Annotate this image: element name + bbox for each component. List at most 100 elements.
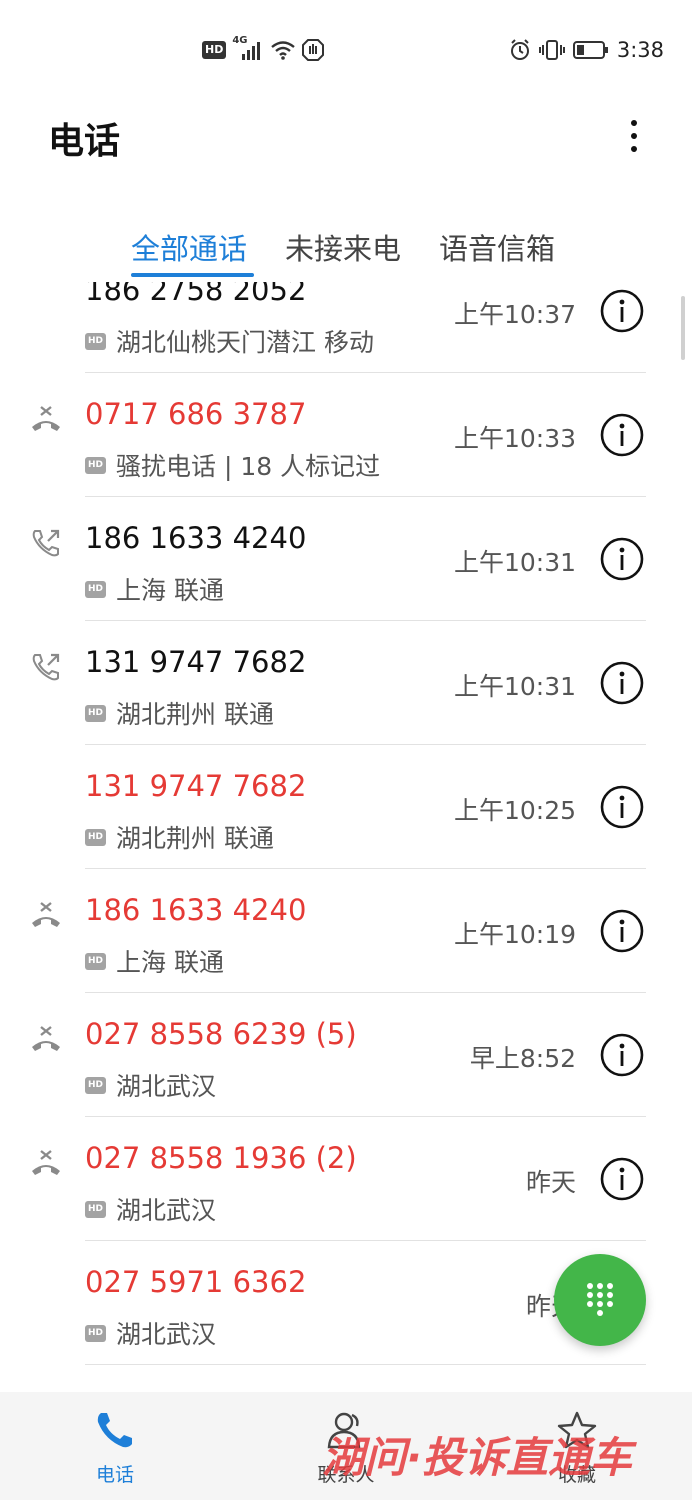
call-subline: HD 湖北仙桃天门潜江 移动 — [85, 323, 374, 359]
caller-number: 027 8558 1936 (2) — [85, 1141, 357, 1175]
caller-number: 027 5971 6362 — [85, 1265, 307, 1299]
caller-number: 027 8558 6239 (5) — [85, 1017, 357, 1051]
call-log-row[interactable]: 186 1633 4240 HD 上海 联通 上午10:19 — [0, 869, 692, 993]
row-divider — [85, 1364, 646, 1365]
status-time: 3:38 — [616, 38, 664, 62]
dialpad-icon — [587, 1283, 613, 1316]
hand-shield-icon — [302, 39, 325, 61]
more-vert-icon — [631, 120, 637, 126]
rejected-call-icon — [32, 1026, 60, 1051]
nav-label-contacts: 联系人 — [317, 1464, 375, 1486]
nav-favorites[interactable]: 收藏 — [497, 1392, 657, 1500]
status-icons-left: HD 4G — [202, 35, 325, 64]
hd-call-icon: HD — [85, 828, 106, 846]
call-log-row[interactable]: 0717 686 3787 HD 骚扰电话 | 18 人标记过 上午10:33 — [0, 373, 692, 497]
caller-number: 131 9747 7682 — [85, 769, 307, 803]
call-log-list[interactable]: 186 2758 2052 HD 湖北仙桃天门潜江 移动 上午10:37 071… — [0, 282, 692, 1392]
call-time: 上午10:31 — [453, 548, 576, 577]
wifi-icon — [271, 41, 296, 60]
hd-call-icon: HD — [85, 952, 106, 970]
call-time: 上午10:25 — [453, 796, 576, 825]
caller-location: 湖北荆州 联通 — [116, 700, 274, 729]
call-subline: HD 骚扰电话 | 18 人标记过 — [85, 447, 380, 483]
call-time: 上午10:31 — [453, 672, 576, 701]
list-scrollbar[interactable] — [681, 296, 685, 360]
call-info-icon[interactable] — [600, 413, 644, 457]
rejected-call-icon — [32, 406, 60, 431]
caller-location: 骚扰电话 | 18 人标记过 — [116, 452, 381, 481]
active-tab-indicator — [131, 273, 254, 277]
hd-call-icon: HD — [85, 332, 106, 350]
star-icon — [557, 1411, 597, 1449]
call-time: 早上8:52 — [469, 1044, 576, 1073]
call-filter-tabs: 全部通话 未接来电 语音信箱 — [0, 220, 692, 280]
call-time: 昨天 — [525, 1168, 576, 1197]
call-log-row[interactable]: 027 8558 1936 (2) HD 湖北武汉 昨天 — [0, 1117, 692, 1241]
hd-voice-icon: HD — [202, 41, 227, 59]
call-subline: HD 上海 联通 — [85, 571, 224, 607]
call-subline: HD 湖北武汉 — [85, 1315, 216, 1351]
phone-icon — [97, 1413, 132, 1448]
nav-phone[interactable]: 电话 — [35, 1392, 195, 1500]
call-info-icon[interactable] — [600, 785, 644, 829]
call-log-row[interactable]: 027 8558 6239 (5) HD 湖北武汉 早上8:52 — [0, 993, 692, 1117]
call-time: 上午10:37 — [453, 300, 576, 329]
contacts-icon — [327, 1412, 361, 1449]
hd-call-icon: HD — [85, 1076, 106, 1094]
dialpad-button[interactable] — [554, 1254, 646, 1346]
call-log-row[interactable]: 186 2758 2052 HD 湖北仙桃天门潜江 移动 上午10:37 — [0, 282, 692, 373]
caller-location: 湖北荆州 联通 — [116, 824, 274, 853]
call-log-row[interactable]: 131 9747 7682 HD 湖北荆州 联通 上午10:25 — [0, 745, 692, 869]
page-title: 电话 — [48, 121, 121, 162]
call-log-row[interactable]: 131 9747 7682 HD 湖北荆州 联通 上午10:31 — [0, 621, 692, 745]
tab-missed-calls[interactable]: 未接来电 — [285, 226, 401, 268]
nav-label-favorites: 收藏 — [557, 1464, 596, 1486]
call-info-icon[interactable] — [600, 289, 644, 333]
bottom-navigation: 电话 联系人 收藏 — [0, 1392, 692, 1500]
call-time: 上午10:33 — [453, 424, 576, 453]
caller-number: 0717 686 3787 — [85, 397, 307, 431]
caller-location: 湖北仙桃天门潜江 移动 — [116, 328, 374, 357]
status-icons-right: 3:38 — [509, 36, 664, 64]
call-time: 上午10:19 — [453, 920, 576, 949]
hd-call-icon: HD — [85, 456, 106, 474]
outgoing-call-icon — [32, 653, 60, 681]
outgoing-call-icon — [32, 529, 60, 557]
caller-number: 186 1633 4240 — [85, 521, 307, 555]
call-subline: HD 湖北荆州 联通 — [85, 695, 274, 731]
hd-call-icon: HD — [85, 1324, 106, 1342]
rejected-call-icon — [32, 1150, 60, 1175]
caller-location: 上海 联通 — [116, 576, 224, 605]
call-subline: HD 湖北武汉 — [85, 1067, 216, 1103]
alarm-icon — [510, 39, 529, 60]
nav-label-phone: 电话 — [95, 1464, 134, 1486]
call-info-icon[interactable] — [600, 1157, 644, 1201]
caller-number: 186 2758 2052 — [85, 282, 307, 307]
tab-all-calls[interactable]: 全部通话 — [131, 226, 247, 268]
call-subline: HD 湖北武汉 — [85, 1191, 216, 1227]
hd-call-icon: HD — [85, 580, 106, 598]
call-info-icon[interactable] — [600, 661, 644, 705]
caller-location: 湖北武汉 — [116, 1196, 217, 1225]
signal-icon: 4G — [232, 35, 264, 61]
call-log-row[interactable]: 186 1633 4240 HD 上海 联通 上午10:31 — [0, 497, 692, 621]
vibrate-icon — [538, 40, 565, 60]
more-options-button[interactable] — [614, 112, 654, 160]
nav-contacts[interactable]: 联系人 — [266, 1392, 426, 1500]
call-subline: HD 上海 联通 — [85, 943, 224, 979]
call-subline: HD 湖北荆州 联通 — [85, 819, 274, 855]
call-info-icon[interactable] — [600, 909, 644, 953]
hd-call-icon: HD — [85, 704, 106, 722]
call-info-icon[interactable] — [600, 537, 644, 581]
battery-icon — [572, 41, 608, 59]
caller-location: 上海 联通 — [116, 948, 224, 977]
tab-voicemail[interactable]: 语音信箱 — [439, 226, 555, 268]
caller-location: 湖北武汉 — [116, 1072, 217, 1101]
rejected-call-icon — [32, 902, 60, 927]
caller-location: 湖北武汉 — [116, 1320, 217, 1349]
caller-number: 131 9747 7682 — [85, 645, 307, 679]
call-info-icon[interactable] — [600, 1033, 644, 1077]
caller-number: 186 1633 4240 — [85, 893, 307, 927]
hd-call-icon: HD — [85, 1200, 106, 1218]
status-bar: HD 4G 3:38 — [0, 0, 692, 100]
